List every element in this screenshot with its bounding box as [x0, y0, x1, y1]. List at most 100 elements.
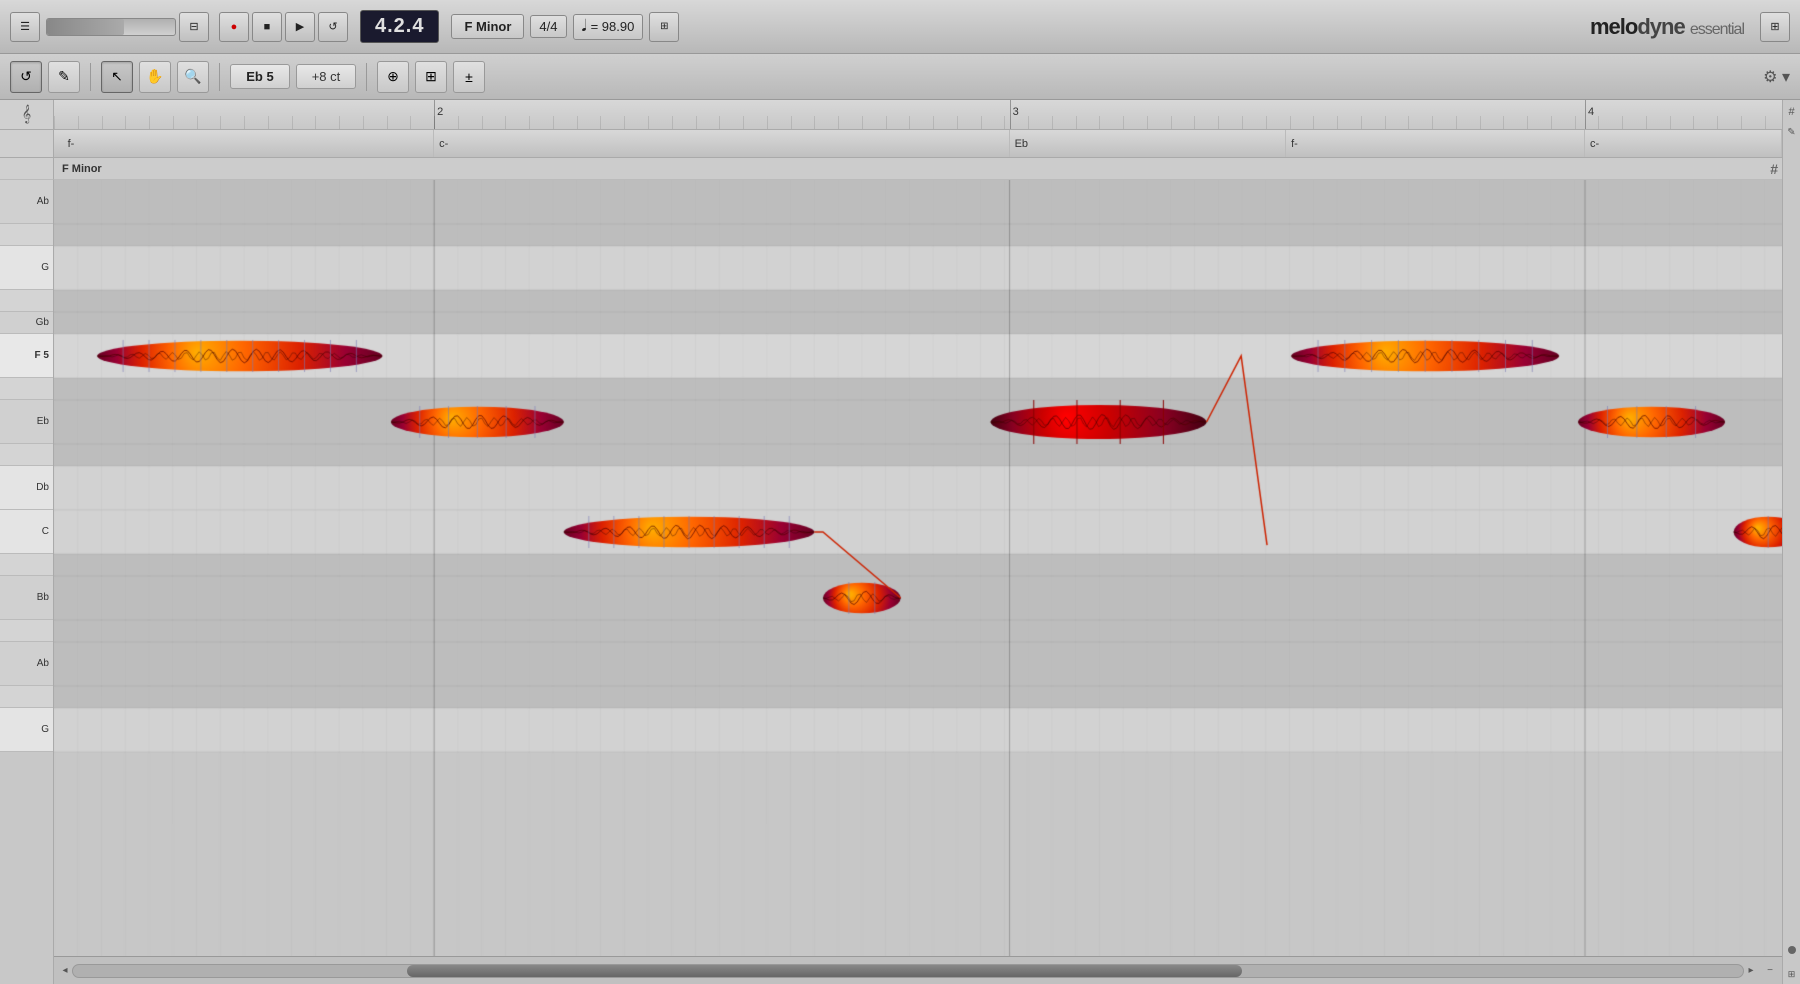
ruler-minor-line	[125, 116, 126, 129]
key-label-bar: F Minor #	[54, 158, 1782, 180]
piano-key-row: Eb	[0, 400, 53, 444]
toolbar-separator-1	[90, 63, 91, 91]
ruler-minor-line	[1551, 116, 1552, 129]
key-value: F Minor	[464, 19, 511, 34]
tool-select-button[interactable]: ↺	[10, 61, 42, 93]
scroll-right-icon[interactable]: ▸	[1744, 964, 1758, 978]
piano-key-row	[0, 620, 53, 642]
key-label-text: F Minor	[62, 163, 102, 175]
piano-key-row: F 5	[0, 334, 53, 378]
select-icon: ↺	[20, 68, 32, 85]
ruler-minor-line	[1052, 116, 1053, 129]
piano-key-row: Bb	[0, 576, 53, 620]
tool-pointer-button[interactable]: ↖	[101, 61, 133, 93]
zoom-out-icon[interactable]: −	[1762, 963, 1778, 979]
ruler-minor-line	[339, 116, 340, 129]
chord-bar: f-c-Ebf-c-	[54, 130, 1782, 158]
ruler-minor-line	[220, 116, 221, 129]
top-bar: ☰ ⊟ ● ■ ▶ ↺ 4.2.4 F Minor 4/4 𝅘𝅥 = 98.90	[0, 0, 1800, 54]
ruler-minor-line	[1765, 116, 1766, 129]
ruler-minor-line	[696, 116, 697, 129]
metronome-icon: 𝅘𝅥	[582, 18, 587, 36]
right-panel-edit-icon[interactable]: ✎	[1784, 124, 1800, 140]
tool-edit-button[interactable]: ✎	[48, 61, 80, 93]
chord-segment: Eb	[1010, 130, 1286, 157]
zoom-icon: 🔍	[184, 68, 201, 85]
record-button[interactable]: ●	[219, 12, 249, 42]
loop-button[interactable]: ↺	[318, 12, 348, 42]
ruler-minor-line	[838, 116, 839, 129]
key-display[interactable]: F Minor	[451, 14, 524, 39]
ruler-minor-line	[981, 116, 982, 129]
scroll-left-icon[interactable]: ◂	[58, 964, 72, 978]
ruler-minor-line	[1171, 116, 1172, 129]
ruler-minor-line	[933, 116, 934, 129]
right-content: 234 f-c-Ebf-c- F Minor # ◂ ▸ −	[54, 100, 1782, 984]
ruler-minor-line	[1408, 116, 1409, 129]
scrollbar-thumb[interactable]	[407, 965, 1242, 977]
ruler-minor-line	[1527, 116, 1528, 129]
ruler-minor-line	[292, 116, 293, 129]
right-panel-hash-icon[interactable]: #	[1784, 104, 1800, 120]
stop-button[interactable]: ■	[252, 12, 282, 42]
piano-key-row	[0, 686, 53, 708]
chord-segment: f-	[63, 130, 435, 157]
piano-key-row: Db	[0, 466, 53, 510]
ruler-minor-line	[1218, 116, 1219, 129]
pitch-icon: ⊕	[387, 68, 399, 85]
piano-key-row: Ab	[0, 642, 53, 686]
ruler-minor-line	[1242, 116, 1243, 129]
piano-key-row	[0, 554, 53, 576]
chord-segment: c-	[434, 130, 1009, 157]
tool-zoom-button[interactable]: 🔍	[177, 61, 209, 93]
horizontal-scrollbar[interactable]	[72, 964, 1744, 978]
ruler-minor-line	[363, 116, 364, 129]
ruler-left-cell: 𝄞	[0, 100, 54, 130]
hand-icon: ✋	[146, 68, 163, 85]
left-labels: 𝄞 AbGGbF 5EbDbCBbAbG	[0, 100, 54, 984]
ruler-minor-line	[767, 116, 768, 129]
piano-key-row	[0, 444, 53, 466]
ruler-minor-line	[434, 116, 435, 129]
notes-canvas[interactable]	[54, 180, 1782, 956]
piano-key-row: Gb	[0, 312, 53, 334]
right-panel-zoom-icon[interactable]: ⊞	[1784, 966, 1800, 982]
format-icon: ⊞	[425, 68, 437, 85]
ruler-minor-line	[1503, 116, 1504, 129]
tool-format-button[interactable]: ⊞	[415, 61, 447, 93]
ruler-minor-line	[1717, 116, 1718, 129]
amplitude-icon: ±	[465, 69, 473, 85]
ruler-minor-line	[1622, 116, 1623, 129]
grid-options-button[interactable]: ⊞	[649, 12, 679, 42]
hashtag-icon: #	[1770, 161, 1778, 177]
tool-hand-button[interactable]: ✋	[139, 61, 171, 93]
ruler-minor-line	[814, 116, 815, 129]
tempo-value: = 98.90	[591, 19, 635, 34]
play-button[interactable]: ▶	[285, 12, 315, 42]
window-expand-button[interactable]: ⊞	[1760, 12, 1790, 42]
ruler-minor-line	[743, 116, 744, 129]
ruler-minor-line	[1028, 116, 1029, 129]
ruler-bar-line	[1010, 100, 1011, 129]
ruler-minor-line	[648, 116, 649, 129]
window-menu-button[interactable]: ☰	[10, 12, 40, 42]
piano-key-row: C	[0, 510, 53, 554]
progress-bar[interactable]	[46, 18, 176, 36]
menu-icon: ☰	[20, 20, 30, 33]
chord-segment: c-	[1585, 130, 1782, 157]
ruler-minor-line	[1194, 116, 1195, 129]
tool-amplitude-button[interactable]: ±	[453, 61, 485, 93]
pitch-value: Eb 5	[246, 69, 273, 84]
ruler-minor-line	[173, 116, 174, 129]
notes-grid[interactable]	[54, 180, 1782, 956]
ruler-minor-line	[1076, 116, 1077, 129]
ruler-minor-line	[909, 116, 910, 129]
ruler-minor-line	[1670, 116, 1671, 129]
transport-controls: ● ■ ▶ ↺	[219, 12, 348, 42]
tool-pitch-button[interactable]: ⊕	[377, 61, 409, 93]
ruler-minor-line	[553, 116, 554, 129]
ruler-minor-line	[672, 116, 673, 129]
resize-button[interactable]: ⊟	[179, 12, 209, 42]
time-sig-value: 4/4	[539, 19, 557, 34]
settings-button[interactable]: ⚙ ▾	[1763, 67, 1790, 87]
